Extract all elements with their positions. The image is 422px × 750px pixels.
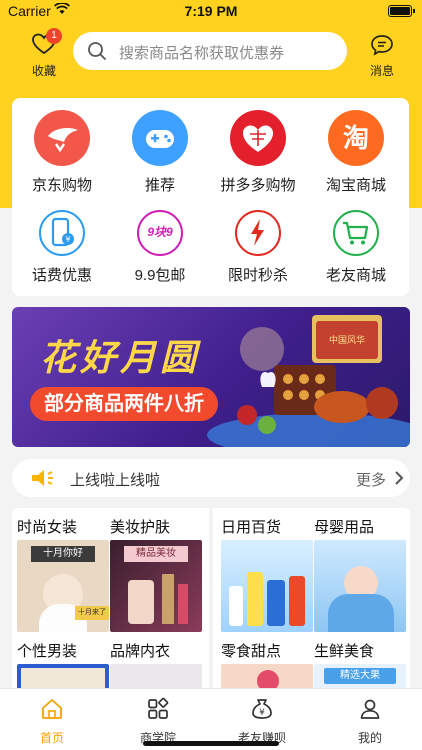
- thumb-text: 精选大果: [324, 668, 396, 684]
- cart-icon: [333, 210, 379, 256]
- category-title[interactable]: 品牌内衣: [110, 640, 170, 661]
- promo-banner[interactable]: 中国风华 花好月圆 部分商品两件八折: [12, 307, 410, 447]
- battery-icon: [388, 5, 415, 17]
- tab-home[interactable]: 首页: [12, 697, 92, 746]
- nav-recommend[interactable]: 推荐: [111, 110, 209, 195]
- favorites-badge: 1: [46, 28, 62, 44]
- tab-me[interactable]: 我的: [330, 697, 410, 746]
- nav-label: 推荐: [144, 177, 175, 194]
- nav-phone-credit[interactable]: ¥ 话费优惠: [13, 210, 111, 285]
- grid-apps-icon: [148, 697, 169, 719]
- search-placeholder: 搜索商品名称获取优惠券: [119, 45, 285, 62]
- thumb-text: 精品美妆: [124, 546, 188, 562]
- tab-label: 我的: [357, 731, 382, 745]
- nav-label: 限时秒杀: [227, 267, 288, 284]
- category-title[interactable]: 个性男装: [17, 640, 77, 661]
- nav-label: 拼多多购物: [220, 177, 296, 194]
- nav-pinduoduo[interactable]: 拼多多购物: [209, 110, 307, 195]
- category-panel-left: 时尚女装 美妆护肤 十月你好 十月来了 精品美妆 个性男装 品牌内衣: [12, 508, 209, 693]
- nav-label: 京东购物: [31, 177, 92, 194]
- chat-bubble-icon: [371, 35, 393, 56]
- category-title[interactable]: 时尚女装: [17, 516, 77, 537]
- category-title[interactable]: 零食甜点: [221, 640, 281, 661]
- user-icon: [360, 699, 380, 719]
- nav-label: 淘宝商城: [325, 177, 386, 194]
- nav-flash-sale[interactable]: 限时秒杀: [209, 210, 307, 285]
- more-link[interactable]: 更多: [356, 469, 386, 490]
- tab-earn[interactable]: ¥ 老友赚呗: [222, 697, 302, 746]
- nav-label: 老友商城: [325, 267, 386, 284]
- category-title[interactable]: 美妆护肤: [110, 516, 170, 537]
- category-title[interactable]: 母婴用品: [314, 516, 374, 537]
- svg-text:¥: ¥: [65, 235, 70, 244]
- nine-nine-icon-text: 9块9: [147, 225, 173, 239]
- banner-title: 花好月圆: [40, 337, 201, 379]
- tab-academy[interactable]: 商学院: [118, 697, 198, 746]
- home-indicator: [143, 741, 279, 746]
- clock: 7:19 PM: [184, 3, 238, 19]
- lightning-icon: [235, 210, 281, 256]
- category-title[interactable]: 日用百货: [221, 516, 281, 537]
- banner-subtitle: 部分商品两件八折: [30, 387, 218, 421]
- chevron-right-icon: [395, 471, 404, 485]
- nav-jd[interactable]: 京东购物: [13, 110, 111, 195]
- messages-button[interactable]: 消息: [362, 34, 402, 79]
- announcement-text: 上线啦上线啦: [70, 472, 161, 489]
- search-icon: [88, 42, 106, 60]
- jd-icon: [34, 110, 90, 166]
- nav-label: 话费优惠: [31, 267, 92, 284]
- category-title[interactable]: 生鲜美食: [314, 640, 374, 661]
- svg-text:¥: ¥: [259, 708, 265, 718]
- speaker-icon: [32, 470, 53, 486]
- tab-label: 首页: [39, 731, 64, 745]
- gamepad-icon: [132, 110, 188, 166]
- svg-text:淘: 淘: [343, 124, 369, 154]
- money-bag-icon: ¥: [252, 699, 272, 719]
- status-bar: Carrier 7:19 PM: [0, 0, 422, 24]
- category-thumb-beauty[interactable]: 精品美妆: [110, 540, 202, 632]
- nav-nine-nine[interactable]: 9块9 9.9包邮: [111, 210, 209, 285]
- phone-icon: ¥: [39, 210, 85, 256]
- favorites-button[interactable]: 1 收藏: [24, 28, 64, 79]
- search-input[interactable]: 搜索商品名称获取优惠券: [73, 32, 347, 70]
- nav-friends-mall[interactable]: 老友商城: [307, 210, 405, 285]
- category-thumb-womens[interactable]: 十月你好 十月来了: [17, 540, 109, 632]
- quick-nav-card: 京东购物 推荐 拼多多购物 淘 淘宝商城 ¥ 话费优惠 9块9 9.9包邮 限时…: [12, 98, 409, 296]
- favorites-label: 收藏: [31, 64, 56, 78]
- nav-taobao[interactable]: 淘 淘宝商城: [307, 110, 405, 195]
- category-panel-right: 日用百货 母婴用品 零食甜点 生鲜美食 精选大果: [213, 508, 410, 693]
- nine-nine-icon: 9块9: [137, 210, 183, 256]
- category-thumb-daily[interactable]: [221, 540, 313, 632]
- messages-label: 消息: [369, 64, 394, 78]
- nav-label: 9.9包邮: [134, 267, 186, 284]
- thumb-tag: 十月来了: [75, 606, 109, 620]
- pinduoduo-icon: [230, 110, 286, 166]
- home-icon: [42, 699, 62, 719]
- thumb-text: 十月你好: [31, 546, 95, 562]
- gift-box-text: 中国风华: [329, 334, 365, 346]
- announcement-bar[interactable]: 上线啦上线啦 更多: [12, 459, 410, 497]
- category-thumb-baby[interactable]: [314, 540, 406, 632]
- taobao-icon: 淘: [328, 110, 384, 166]
